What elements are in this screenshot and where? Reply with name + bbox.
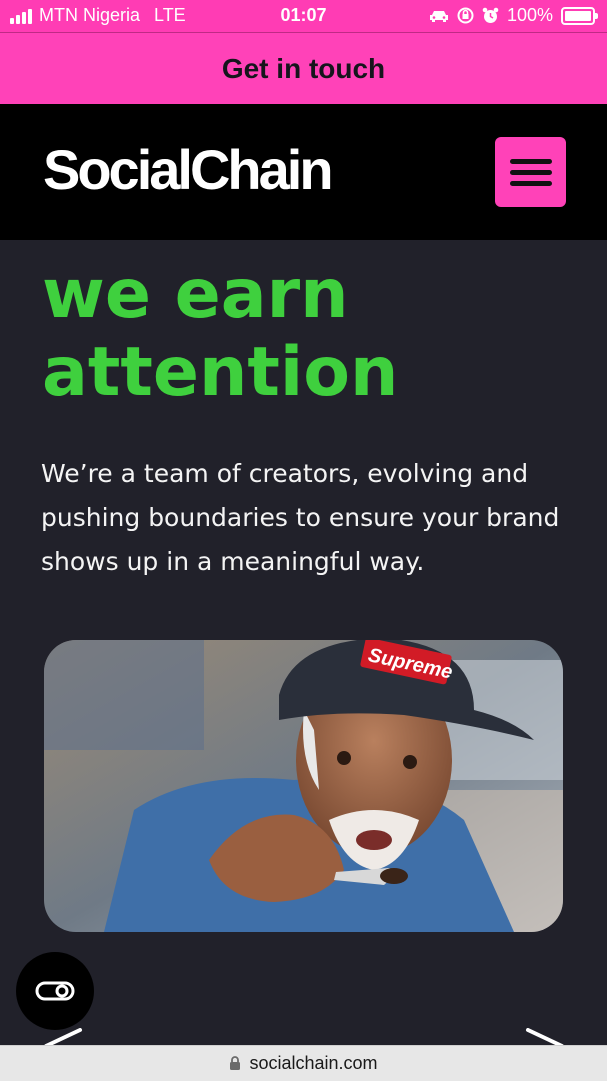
hero-headline: we earn attention — [42, 256, 582, 412]
social-chain-logo[interactable]: SocialChain — [43, 142, 334, 198]
hamburger-icon-line — [509, 180, 552, 186]
status-bar: MTN Nigeria LTE 01:07 100% — [0, 0, 607, 32]
battery-icon — [561, 6, 598, 25]
hero-intro-text: We’re a team of creators, evolving and p… — [41, 459, 560, 576]
menu-button[interactable] — [495, 137, 566, 207]
get-in-touch-label: Get in touch — [221, 53, 386, 84]
car-icon — [429, 10, 448, 22]
get-in-touch-bar[interactable]: Get in touch — [0, 32, 607, 105]
headline-line-1: we earn — [42, 255, 349, 334]
hero-image: Supreme — [44, 640, 563, 932]
headline-line-2: attention — [42, 333, 399, 412]
lock-icon — [230, 1056, 241, 1070]
hamburger-icon — [509, 158, 552, 164]
browser-url-bar[interactable]: socialchain.com — [0, 1045, 607, 1081]
alarm-icon — [482, 7, 499, 23]
cookie-settings-button[interactable] — [16, 952, 94, 1030]
orientation-lock-icon — [457, 7, 474, 24]
hamburger-icon-line — [509, 169, 552, 175]
cookie-settings-icon — [35, 981, 75, 1001]
status-right: 100% — [429, 5, 598, 26]
url-text: socialchain.com — [249, 1053, 378, 1073]
battery-percent: 100% — [506, 5, 553, 25]
